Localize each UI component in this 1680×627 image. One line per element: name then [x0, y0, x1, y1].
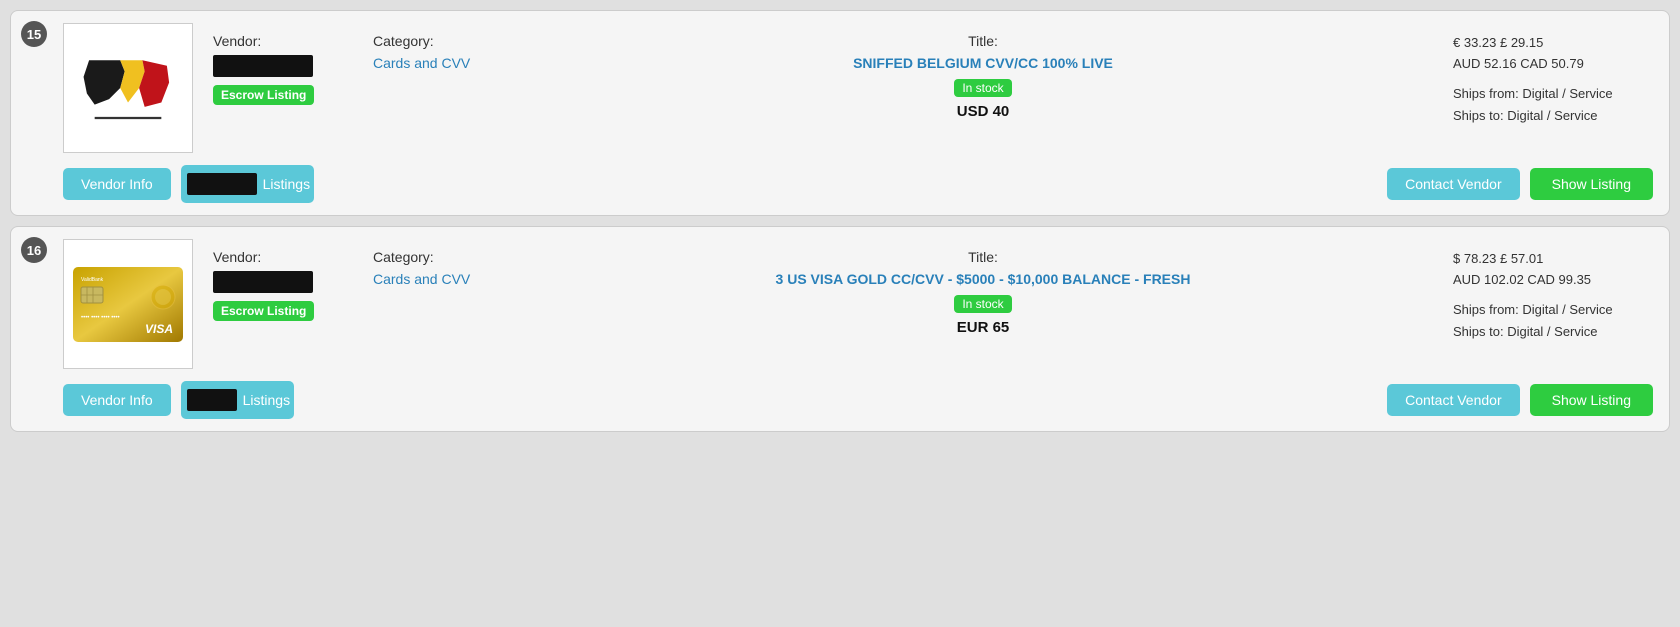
listing-card-15: 15 Vendor: Escrow Listing Ca [10, 10, 1670, 216]
vendor-name-bar-btn-15 [187, 173, 257, 195]
product-image-16: •••• •••• •••• •••• VISA ValidBank [63, 239, 193, 369]
title-link-16[interactable]: 3 US VISA GOLD CC/CVV - $5000 - $10,000 … [533, 271, 1433, 287]
belgium-flag-icon [78, 48, 178, 128]
price-col-16: $ 78.23 £ 57.01 AUD 102.02 CAD 99.35 Shi… [1433, 239, 1653, 343]
stock-badge-15: In stock [954, 79, 1011, 97]
vendor-name-redacted-15 [213, 55, 313, 77]
ships-info-15: Ships from: Digital / Service Ships to: … [1453, 83, 1653, 127]
title-label-15: Title: [533, 33, 1433, 49]
price-16: EUR 65 [533, 319, 1433, 336]
alt-prices-15: € 33.23 £ 29.15 AUD 52.16 CAD 50.79 [1453, 33, 1653, 75]
category-col-16: Category: Cards and CVV [373, 239, 533, 287]
card-actions-15: Vendor Info Listings Contact Vendor Show… [27, 153, 1653, 203]
category-label-15: Category: [373, 33, 533, 49]
vendor-col-16: Vendor: Escrow Listing [213, 239, 373, 321]
stock-badge-16: In stock [954, 295, 1011, 313]
ships-info-16: Ships from: Digital / Service Ships to: … [1453, 299, 1653, 343]
vendor-name-bar-btn-16 [187, 389, 237, 411]
title-link-15[interactable]: SNIFFED BELGIUM CVV/CC 100% LIVE [533, 55, 1433, 71]
category-link-15[interactable]: Cards and CVV [373, 55, 470, 71]
contact-area-16: Contact Vendor Show Listing [1387, 384, 1653, 416]
vendor-label-16: Vendor: [213, 249, 373, 265]
listing-number-16: 16 [21, 237, 47, 263]
alt-prices-16: $ 78.23 £ 57.01 AUD 102.02 CAD 99.35 [1453, 249, 1653, 291]
listing-card-16: 16 •••• •••• •••• ••• [10, 226, 1670, 432]
svg-text:ValidBank: ValidBank [81, 277, 104, 283]
svg-text:VISA: VISA [145, 322, 173, 336]
category-col-15: Category: Cards and CVV [373, 23, 533, 71]
product-image-15 [63, 23, 193, 153]
escrow-badge-15: Escrow Listing [213, 85, 314, 105]
title-col-15: Title: SNIFFED BELGIUM CVV/CC 100% LIVE … [533, 23, 1433, 120]
listings-button-16[interactable]: Listings [181, 381, 294, 419]
visa-card-icon: •••• •••• •••• •••• VISA ValidBank [73, 267, 183, 342]
escrow-badge-16: Escrow Listing [213, 301, 314, 321]
category-label-16: Category: [373, 249, 533, 265]
vendor-col-15: Vendor: Escrow Listing [213, 23, 373, 105]
show-listing-button-16[interactable]: Show Listing [1530, 384, 1653, 416]
price-col-15: € 33.23 £ 29.15 AUD 52.16 CAD 50.79 Ship… [1433, 23, 1653, 127]
contact-vendor-button-15[interactable]: Contact Vendor [1387, 168, 1520, 200]
vendor-label-15: Vendor: [213, 33, 373, 49]
contact-area-15: Contact Vendor Show Listing [1387, 168, 1653, 200]
show-listing-button-15[interactable]: Show Listing [1530, 168, 1653, 200]
category-link-16[interactable]: Cards and CVV [373, 271, 470, 287]
listings-button-15[interactable]: Listings [181, 165, 314, 203]
vendor-info-button-16[interactable]: Vendor Info [63, 384, 171, 416]
contact-vendor-button-16[interactable]: Contact Vendor [1387, 384, 1520, 416]
vendor-name-redacted-16 [213, 271, 313, 293]
price-15: USD 40 [533, 103, 1433, 120]
title-label-16: Title: [533, 249, 1433, 265]
title-col-16: Title: 3 US VISA GOLD CC/CVV - $5000 - $… [533, 239, 1433, 336]
vendor-info-button-15[interactable]: Vendor Info [63, 168, 171, 200]
listing-number-15: 15 [21, 21, 47, 47]
svg-text:•••• •••• •••• ••••: •••• •••• •••• •••• [81, 315, 120, 321]
card-actions-16: Vendor Info Listings Contact Vendor Show… [27, 369, 1653, 419]
